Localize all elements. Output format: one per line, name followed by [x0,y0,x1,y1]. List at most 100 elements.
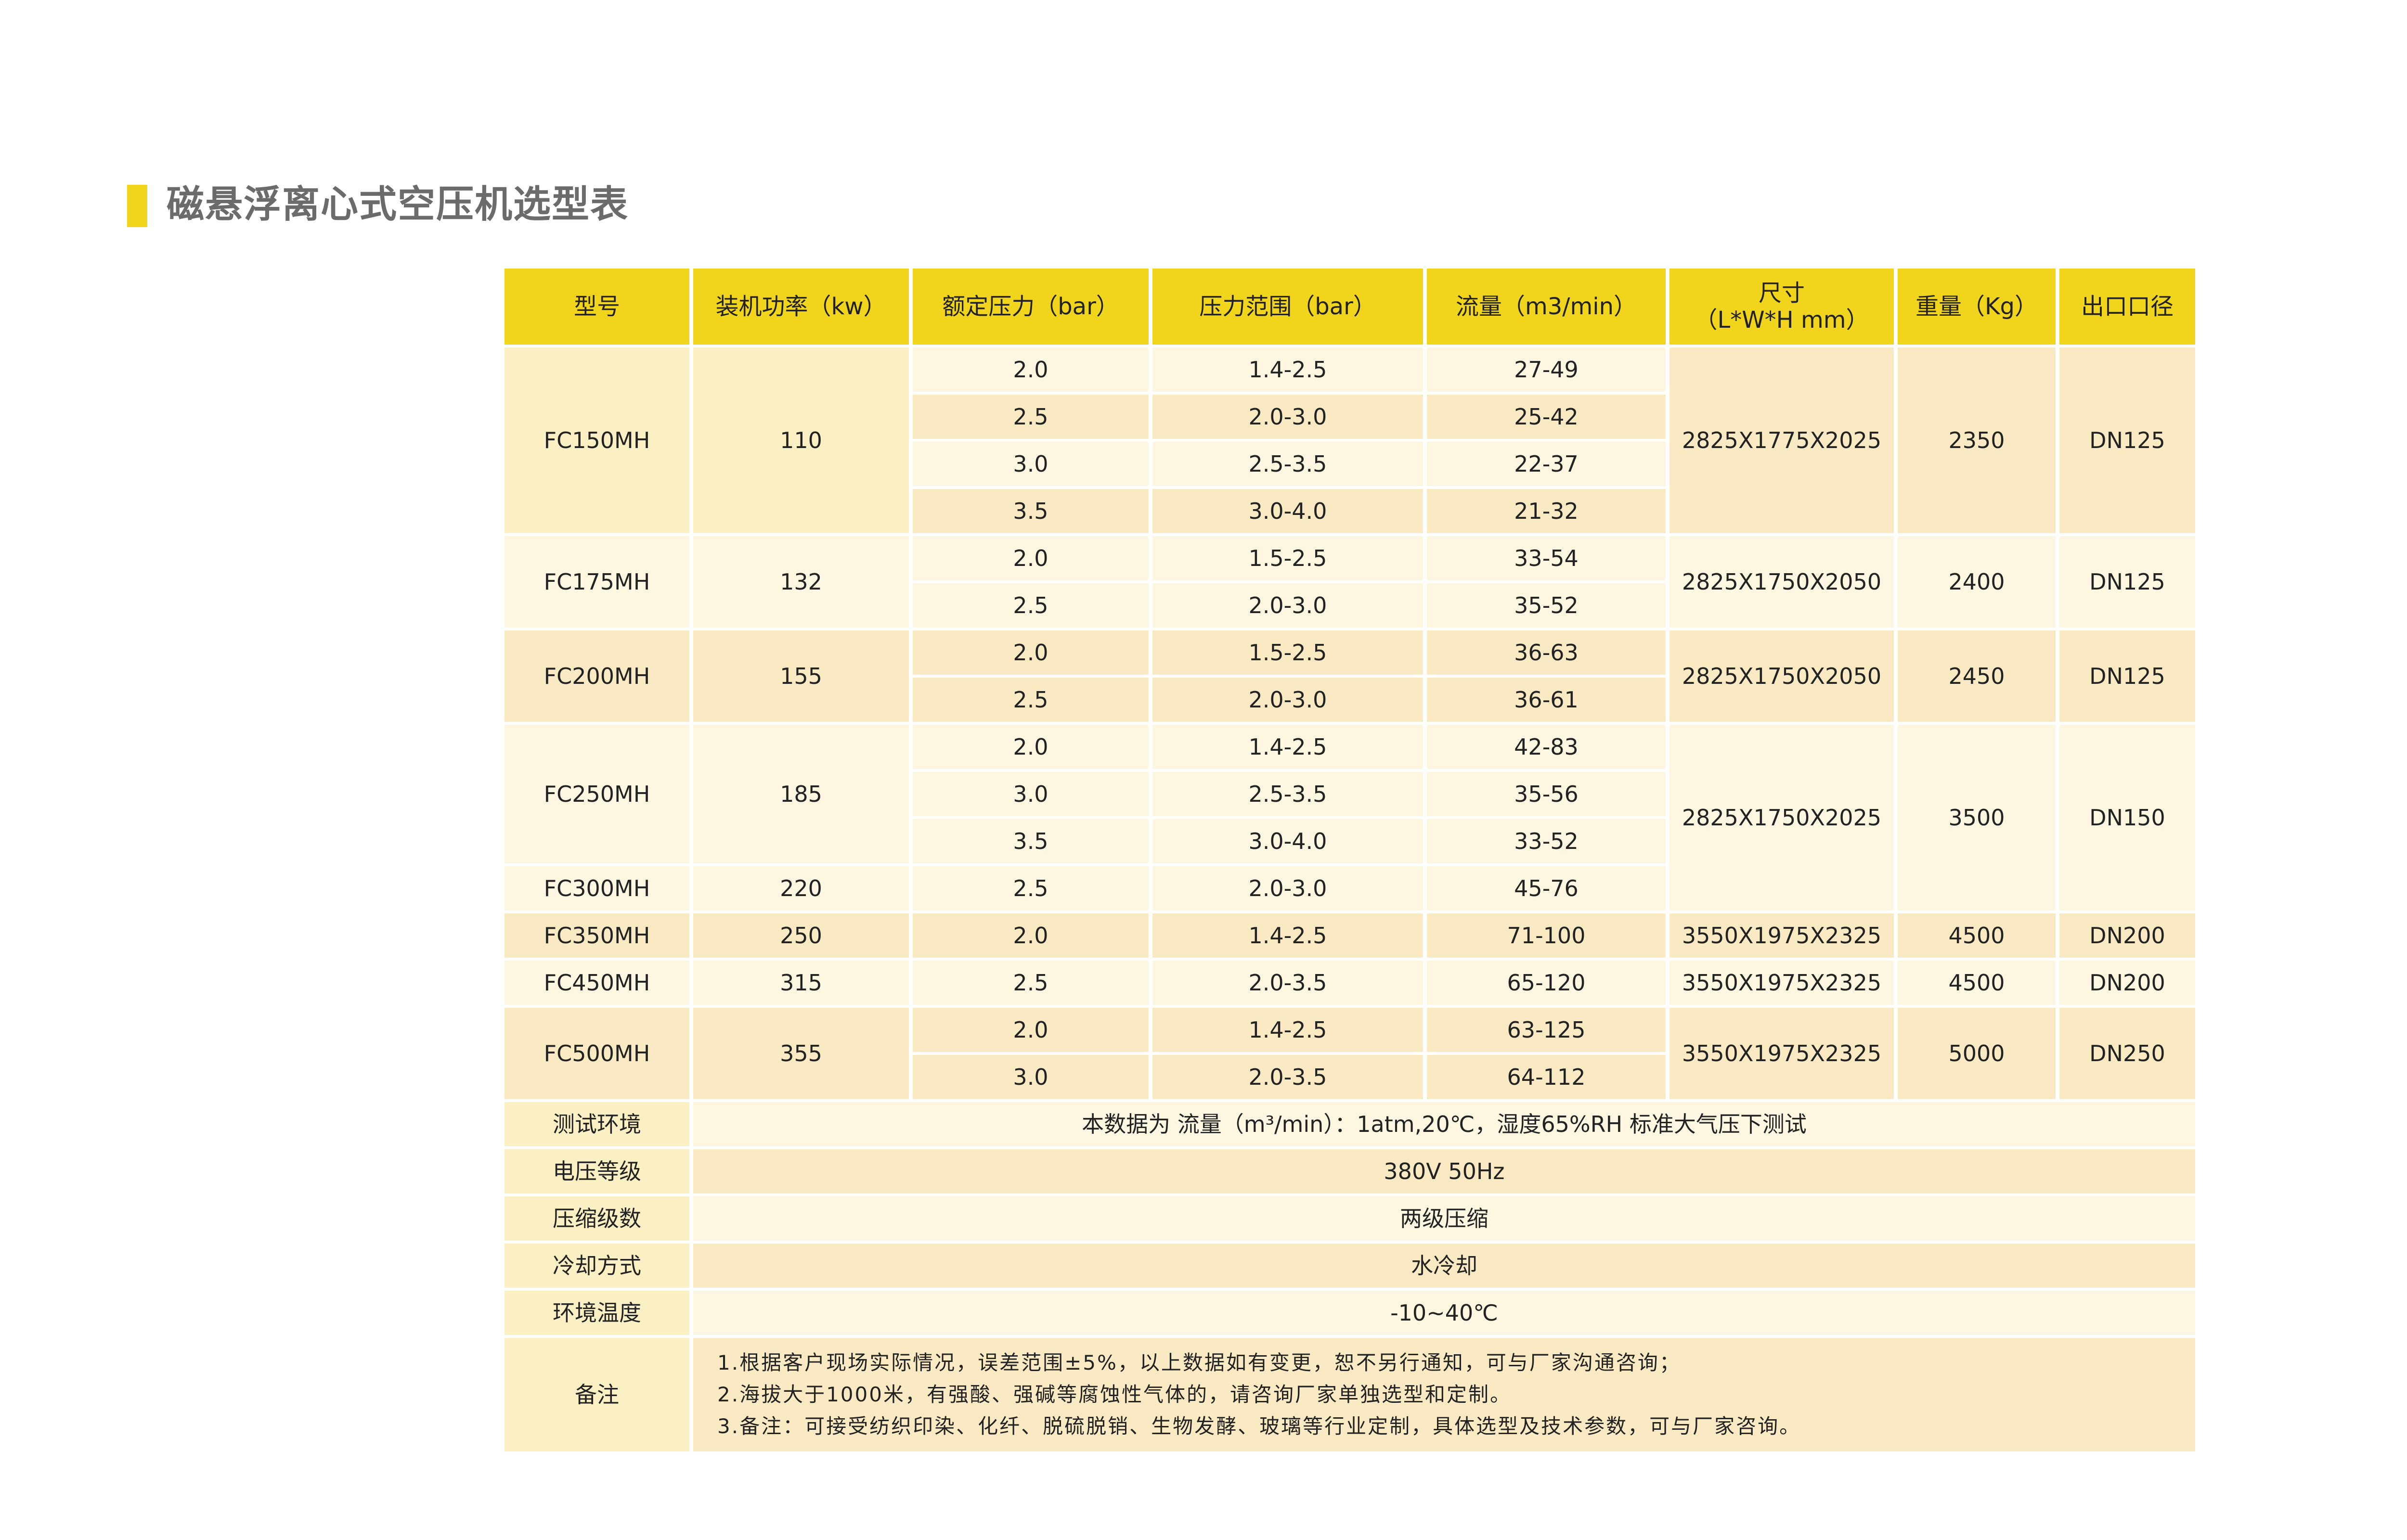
pressure-range-cell: 1.4-2.5 [1152,347,1423,392]
rated-pressure-cell: 3.0 [913,1055,1149,1099]
power-cell: 315 [693,961,909,1005]
flow-cell: 25-42 [1427,395,1666,439]
info-row-stages: 压缩级数 两级压缩 [505,1196,2195,1241]
outlet-cell: DN125 [2059,347,2195,533]
size-cell: 2825X1750X2025 [1669,725,1894,911]
rated-pressure-cell: 2.0 [913,536,1149,580]
flow-cell: 35-56 [1427,772,1666,816]
rated-pressure-cell: 2.5 [913,678,1149,722]
rated-pressure-cell: 3.5 [913,489,1149,533]
outlet-cell: DN200 [2059,913,2195,958]
rated-pressure-cell: 2.0 [913,347,1149,392]
header-size-line2: （L*W*H mm） [1694,307,1869,334]
rated-pressure-cell: 2.0 [913,725,1149,769]
model-cell: FC300MH [505,866,689,911]
weight-cell: 4500 [1898,913,2056,958]
notes-label: 备注 [505,1338,689,1451]
flow-cell: 33-52 [1427,819,1666,863]
outlet-cell: DN125 [2059,630,2195,722]
table-row: FC200MH 155 2.0 1.5-2.5 36-63 2825X1750X… [505,630,2195,722]
info-label: 冷却方式 [505,1244,689,1288]
model-cell: FC150MH [505,347,689,533]
table-row: FC350MH 250 2.0 1.4-2.5 71-100 3550X1975… [505,913,2195,958]
pressure-range-cell: 1.4-2.5 [1152,725,1423,769]
flow-cell: 22-37 [1427,442,1666,486]
size-cell: 3550X1975X2325 [1669,913,1894,958]
flow-cell: 65-120 [1427,961,1666,1005]
pressure-range-cell: 1.4-2.5 [1152,913,1423,958]
pressure-range-cell: 2.0-3.0 [1152,866,1423,911]
pressure-range-cell: 2.0-3.5 [1152,961,1423,1005]
title-accent-bar [127,185,147,227]
info-row-test-env: 测试环境 本数据为 流量（m³/min）：1atm,20℃，湿度65%RH 标准… [505,1102,2195,1146]
flow-cell: 63-125 [1427,1008,1666,1052]
rated-pressure-cell: 2.0 [913,630,1149,675]
weight-cell: 2450 [1898,630,2056,722]
flow-cell: 71-100 [1427,913,1666,958]
rated-pressure-cell: 2.0 [913,1008,1149,1052]
model-cell: FC250MH [505,725,689,863]
outlet-cell: DN125 [2059,536,2195,628]
pressure-range-cell: 1.5-2.5 [1152,536,1423,580]
pressure-range-cell: 2.5-3.5 [1152,442,1423,486]
rated-pressure-cell: 2.5 [913,866,1149,911]
notes-content: 1.根据客户现场实际情况，误差范围±5%，以上数据如有变更，恕不另行通知，可与厂… [693,1338,2195,1451]
pressure-range-cell: 2.0-3.0 [1152,583,1423,628]
size-cell: 2825X1750X2050 [1669,630,1894,722]
size-cell: 3550X1975X2325 [1669,961,1894,1005]
model-cell: FC175MH [505,536,689,628]
note-line-1: 1.根据客户现场实际情况，误差范围±5%，以上数据如有变更，恕不另行通知，可与厂… [717,1351,1681,1374]
header-outlet: 出口口径 [2059,269,2195,345]
power-cell: 355 [693,1008,909,1099]
rated-pressure-cell: 2.0 [913,913,1149,958]
info-label: 测试环境 [505,1102,689,1146]
info-label: 环境温度 [505,1291,689,1335]
flow-cell: 36-63 [1427,630,1666,675]
info-value: 380V 50Hz [693,1149,2195,1194]
table-row: FC250MH 185 2.0 1.4-2.5 42-83 2825X1750X… [505,725,2195,911]
pressure-range-cell: 3.0-4.0 [1152,819,1423,863]
flow-cell: 27-49 [1427,347,1666,392]
header-power: 装机功率（kw） [693,269,909,345]
model-cell: FC450MH [505,961,689,1005]
table-row: FC150MH 110 2.0 1.4-2.5 27-49 2825X1775X… [505,347,2195,533]
model-cell: FC200MH [505,630,689,722]
weight-cell: 2350 [1898,347,2056,533]
table-row: FC500MH 355 2.0 1.4-2.5 63-125 3550X1975… [505,1008,2195,1099]
table-row: FC450MH 315 2.5 2.0-3.5 65-120 3550X1975… [505,961,2195,1005]
info-value: 两级压缩 [693,1196,2195,1241]
outlet-cell: DN200 [2059,961,2195,1005]
power-cell: 132 [693,536,909,628]
note-line-2: 2.海拔大于1000米，有强酸、强碱等腐蚀性气体的，请咨询厂家单独选型和定制。 [717,1383,1512,1406]
notes-row: 备注 1.根据客户现场实际情况，误差范围±5%，以上数据如有变更，恕不另行通知，… [505,1338,2195,1451]
rated-pressure-cell: 3.5 [913,819,1149,863]
info-value: -10~40℃ [693,1291,2195,1335]
pressure-range-cell: 1.4-2.5 [1152,1008,1423,1052]
model-cell: FC500MH [505,1008,689,1099]
power-cell: 185 [693,725,909,863]
rated-pressure-cell: 2.5 [913,961,1149,1005]
pressure-range-cell: 2.0-3.0 [1152,678,1423,722]
rated-pressure-cell: 2.5 [913,395,1149,439]
info-label: 电压等级 [505,1149,689,1194]
flow-cell: 64-112 [1427,1055,1666,1099]
header-rated-pressure: 额定压力（bar） [913,269,1149,345]
note-line-3: 3.备注：可接受纺织印染、化纤、脱硫脱销、生物发酵、玻璃等行业定制，具体选型及技… [717,1414,1801,1438]
info-label: 压缩级数 [505,1196,689,1241]
power-cell: 220 [693,866,909,911]
flow-cell: 42-83 [1427,725,1666,769]
pressure-range-cell: 2.0-3.5 [1152,1055,1423,1099]
info-value: 水冷却 [693,1244,2195,1288]
header-flow: 流量（m3/min） [1427,269,1666,345]
weight-cell: 5000 [1898,1008,2056,1099]
rated-pressure-cell: 3.0 [913,772,1149,816]
header-row: 型号 装机功率（kw） 额定压力（bar） 压力范围（bar） 流量（m3/mi… [505,269,2195,345]
outlet-cell: DN150 [2059,725,2195,911]
page-title: 磁悬浮离心式空压机选型表 [167,183,629,226]
info-row-voltage: 电压等级 380V 50Hz [505,1149,2195,1194]
info-value: 本数据为 流量（m³/min）：1atm,20℃，湿度65%RH 标准大气压下测… [693,1102,2195,1146]
info-row-cooling: 冷却方式 水冷却 [505,1244,2195,1288]
flow-cell: 33-54 [1427,536,1666,580]
info-row-ambient-temp: 环境温度 -10~40℃ [505,1291,2195,1335]
pressure-range-cell: 3.0-4.0 [1152,489,1423,533]
